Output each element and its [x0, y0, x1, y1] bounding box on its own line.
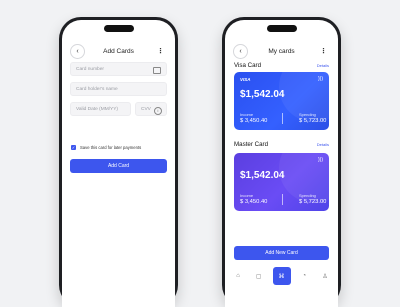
page-title: Add Cards [103, 47, 134, 55]
more-button[interactable]: ⋮ [317, 44, 330, 57]
visa-section-head: Visa Card Details [234, 60, 329, 70]
income-value: $ 3,450.40 [240, 118, 268, 124]
cvv-placeholder: CVV [141, 106, 151, 112]
more-vertical-icon: ⋮ [320, 47, 327, 55]
chevron-left-icon: ‹ [239, 48, 242, 55]
more-vertical-icon: ⋮ [157, 47, 164, 55]
contactless-icon: ))) [318, 76, 323, 82]
master-card[interactable]: ))) $1,542.04 Income $ 3,450.40 Spending… [234, 153, 329, 211]
profile-icon[interactable]: ♙ [318, 269, 332, 283]
my-cards-topbar: ‹ My cards ⋮ [225, 44, 338, 59]
my-cards-screen: ‹ My cards ⋮ Visa Card Details VISA ))) … [225, 20, 338, 307]
master-balance: $1,542.04 [240, 170, 285, 181]
back-button[interactable]: ‹ [233, 44, 248, 59]
holder-name-placeholder: Card holder's name [76, 86, 118, 92]
holder-name-field[interactable]: Card holder's name [70, 82, 167, 96]
back-button[interactable]: ‹ [70, 44, 85, 59]
page-title: My cards [268, 47, 295, 55]
divider [281, 113, 283, 124]
visa-balance: $1,542.04 [240, 89, 285, 100]
contactless-icon: ))) [318, 157, 323, 163]
visa-logo: VISA [240, 77, 251, 82]
card-scan-icon[interactable] [153, 67, 161, 74]
dynamic-island [103, 25, 134, 32]
valid-date-field[interactable]: Valid Date (MM/YY) [70, 102, 131, 116]
add-new-card-button[interactable]: Add New Card [234, 246, 329, 260]
info-icon[interactable]: i [154, 106, 162, 115]
master-section-head: Master Card Details [234, 139, 329, 149]
income-label: Income [240, 112, 254, 117]
cards-icon[interactable]: ⌘ [272, 267, 291, 285]
more-button[interactable]: ⋮ [154, 44, 167, 57]
spending-value: $ 5,723.00 [299, 199, 327, 205]
visa-details-link[interactable]: Details [317, 63, 329, 68]
visa-card[interactable]: VISA ))) $1,542.04 Income $ 3,450.40 Spe… [234, 72, 329, 130]
master-section-title: Master Card [234, 140, 269, 148]
cvv-field[interactable]: CVV i [135, 102, 167, 116]
save-card-row[interactable]: ✓ Save this card for later payments [71, 145, 141, 150]
divider [281, 194, 283, 205]
master-spending: Spending $ 5,723.00 [299, 193, 326, 205]
card-number-field[interactable]: Card number [70, 62, 167, 76]
save-card-checkbox[interactable]: ✓ [71, 145, 76, 150]
chevron-left-icon: ‹ [76, 48, 79, 55]
visa-spending: Spending $ 5,723.00 [299, 112, 326, 124]
master-details-link[interactable]: Details [317, 142, 329, 147]
save-card-label: Save this card for later payments [80, 145, 142, 150]
card-number-placeholder: Card number [76, 66, 104, 72]
spending-label: Spending [299, 193, 316, 198]
add-card-screen: ‹ Add Cards ⋮ Card number Card holder's … [62, 20, 175, 307]
valid-date-placeholder: Valid Date (MM/YY) [76, 106, 119, 112]
dynamic-island [266, 25, 297, 32]
wallet-icon[interactable]: ▢ [252, 269, 266, 283]
spending-value: $ 5,723.00 [299, 118, 327, 124]
stats-icon[interactable]: ◔ [297, 269, 311, 283]
master-income: Income $ 3,450.40 [240, 193, 267, 205]
bottom-nav: ⌂ ▢ ⌘ ◔ ♙ [231, 267, 332, 285]
visa-income: Income $ 3,450.40 [240, 112, 267, 124]
add-card-topbar: ‹ Add Cards ⋮ [62, 44, 175, 59]
income-label: Income [240, 193, 254, 198]
visa-section-title: Visa Card [234, 61, 262, 69]
add-card-button[interactable]: Add Card [70, 159, 167, 173]
home-icon[interactable]: ⌂ [231, 269, 245, 283]
phone-my-cards: ‹ My cards ⋮ Visa Card Details VISA ))) … [222, 17, 341, 307]
spending-label: Spending [299, 112, 316, 117]
income-value: $ 3,450.40 [240, 199, 268, 205]
phone-add-card: ‹ Add Cards ⋮ Card number Card holder's … [59, 17, 178, 307]
